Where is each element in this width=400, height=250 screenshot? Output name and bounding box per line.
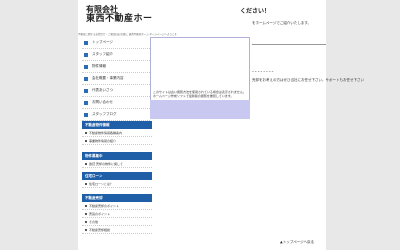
side-link[interactable]: 売買のポイント	[82, 210, 152, 218]
nav-item-contact[interactable]: お問い合わせ	[82, 97, 150, 109]
content-dashes: --------	[252, 69, 275, 75]
link-bullet-icon	[85, 212, 87, 215]
side-link-label: その他	[89, 219, 99, 224]
nav-label: お問い合わせ	[92, 100, 113, 104]
header-tagline: をホームページでご紹介いたします。	[252, 21, 311, 25]
side-link-label: 住宅ローンとは？	[89, 181, 113, 186]
nav-label: スタッフ紹介	[92, 52, 113, 56]
side-section-heading: 住宅ローン	[82, 172, 152, 180]
side-link[interactable]: 住宅ローンとは？	[82, 180, 152, 188]
link-bullet-icon	[85, 139, 87, 142]
side-link-label: 不動産売却相談	[89, 227, 111, 232]
side-link[interactable]: 不動産売却のポイント	[82, 202, 152, 210]
nav-item-company[interactable]: 会社概要・事業内容	[82, 73, 150, 85]
nav-bullet-icon	[84, 112, 88, 117]
link-bullet-icon	[85, 204, 87, 207]
side-section-recruiting: 物件募集中 賃貸 売却の物件に関して	[82, 152, 152, 168]
header-right-title: ください！	[240, 8, 271, 15]
nav-bullet-icon	[84, 64, 88, 69]
side-link-label: 賃貸 売却の物件に関して	[89, 161, 123, 166]
popup-message: このサイトは古い閲覧方法を使用されている場合は表示されません。ホームページ作成ソ…	[153, 90, 246, 98]
nav-bullet-icon	[84, 40, 88, 45]
nav-label: 物件情報	[92, 64, 106, 68]
link-bullet-icon	[85, 220, 87, 223]
link-bullet-icon	[85, 131, 87, 134]
link-bullet-icon	[85, 228, 87, 231]
nav-label: スタッフブログ	[92, 112, 117, 116]
link-bullet-icon	[85, 162, 87, 165]
side-link[interactable]: 事業物件情報の紹介	[82, 137, 152, 145]
nav-item-top[interactable]: トップページ	[82, 37, 150, 49]
side-section-sale: 不動産売却 不動産売却のポイント 売買のポイント その他 不動産売却相談	[82, 194, 152, 234]
side-link[interactable]: その他	[82, 218, 152, 226]
content-text: 売却をお考えの方はぜひ当社にお任せ下さい。サポートもお任せ下さい	[252, 78, 364, 82]
popup-footer-bar	[150, 100, 250, 119]
site-logo[interactable]: 有限会社 東西不動産ホー	[86, 6, 153, 24]
nav-item-properties[interactable]: 物件情報	[82, 61, 150, 73]
nav-label: 代表あいさつ	[92, 88, 113, 92]
side-link[interactable]: 不動産売却相談	[82, 226, 152, 234]
main-nav: トップページ スタッフ紹介 物件情報 会社概要・事業内容 代表あいさつ お問い合…	[82, 37, 150, 121]
logo-line1: 有限会社	[86, 5, 118, 14]
nav-bullet-icon	[84, 88, 88, 93]
side-link-label: 不動産売却のポイント	[89, 203, 120, 208]
side-section-heading: 不動産売却	[82, 194, 152, 202]
back-to-top-link[interactable]: ▲トップページへ戻る	[280, 240, 314, 245]
side-section-loan: 住宅ローン 住宅ローンとは？	[82, 172, 152, 188]
content-divider	[252, 44, 326, 45]
nav-label: トップページ	[92, 40, 113, 44]
side-link[interactable]: 賃貸 売却の物件に関して	[82, 160, 152, 168]
side-link[interactable]: 不動産物件情報各種案内	[82, 129, 152, 137]
logo-line2: 東西不動産ホー	[86, 14, 153, 24]
side-link-label: 不動産物件情報各種案内	[89, 130, 123, 135]
side-section-heading: 不動産物件情報	[82, 121, 152, 129]
nav-bullet-icon	[84, 76, 88, 81]
nav-bullet-icon	[84, 52, 88, 57]
nav-label: 会社概要・事業内容	[92, 76, 124, 80]
nav-item-greeting[interactable]: 代表あいさつ	[82, 85, 150, 97]
nav-bullet-icon	[84, 100, 88, 105]
side-link-label: 売買のポイント	[89, 211, 111, 216]
side-link-label: 事業物件情報の紹介	[89, 138, 117, 143]
top-strip-text: 不動産に関するお問合せ・ご相談はお気軽に 東西不動産ホーム ホームページへようこ…	[78, 33, 177, 36]
nav-item-blog[interactable]: スタッフブログ	[82, 109, 150, 121]
side-section-heading: 物件募集中	[82, 152, 152, 160]
nav-item-staff[interactable]: スタッフ紹介	[82, 49, 150, 61]
link-bullet-icon	[85, 182, 87, 185]
side-section-properties: 不動産物件情報 不動産物件情報各種案内 事業物件情報の紹介	[82, 121, 152, 145]
